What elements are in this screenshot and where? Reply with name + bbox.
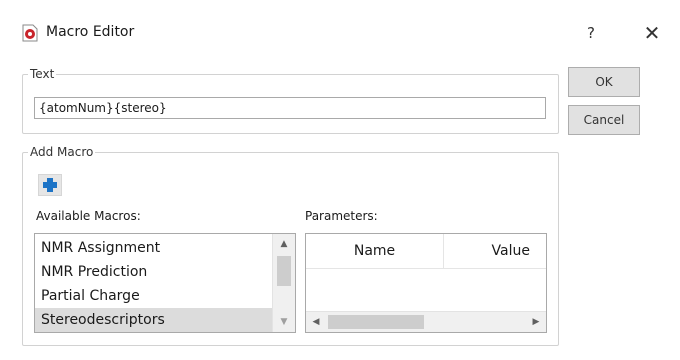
column-header-name[interactable]: Name	[306, 234, 444, 268]
scroll-up-icon[interactable]: ▲	[273, 234, 295, 254]
scroll-thumb[interactable]	[277, 256, 291, 286]
window-title: Macro Editor	[46, 24, 135, 40]
text-group-legend: Text	[28, 67, 57, 81]
add-macro-button[interactable]	[38, 174, 62, 196]
column-header-value[interactable]: Value	[444, 234, 546, 268]
parameters-table[interactable]: Name Value ◀ ▶	[305, 233, 547, 333]
add-macro-group-legend: Add Macro	[28, 145, 96, 159]
available-macros-label: Available Macros:	[36, 209, 141, 223]
available-macros-list[interactable]: NMR Assignment NMR Prediction Partial Ch…	[34, 233, 296, 333]
list-item-partial-charge[interactable]: Partial Charge	[35, 284, 273, 308]
app-logo-icon	[22, 24, 38, 42]
list-vertical-scrollbar[interactable]: ▲ ▼	[272, 234, 295, 332]
header-divider	[306, 268, 546, 269]
scroll-down-icon[interactable]: ▼	[273, 312, 295, 332]
cancel-button[interactable]: Cancel	[568, 105, 640, 135]
list-item-stereodescriptors[interactable]: Stereodescriptors	[35, 308, 273, 332]
table-horizontal-scrollbar[interactable]: ◀ ▶	[306, 311, 546, 332]
ok-button[interactable]: OK	[568, 67, 640, 97]
plus-icon	[43, 178, 57, 192]
macro-text-input[interactable]	[34, 97, 546, 119]
help-button[interactable]: ?	[574, 18, 608, 48]
list-item-nmr-assignment[interactable]: NMR Assignment	[35, 236, 273, 260]
parameters-label: Parameters:	[305, 209, 378, 223]
close-button[interactable]: ✕	[634, 18, 670, 48]
scroll-thumb[interactable]	[328, 315, 424, 329]
scroll-right-icon[interactable]: ▶	[526, 312, 546, 332]
list-item-nmr-prediction[interactable]: NMR Prediction	[35, 260, 273, 284]
scroll-left-icon[interactable]: ◀	[306, 312, 326, 332]
